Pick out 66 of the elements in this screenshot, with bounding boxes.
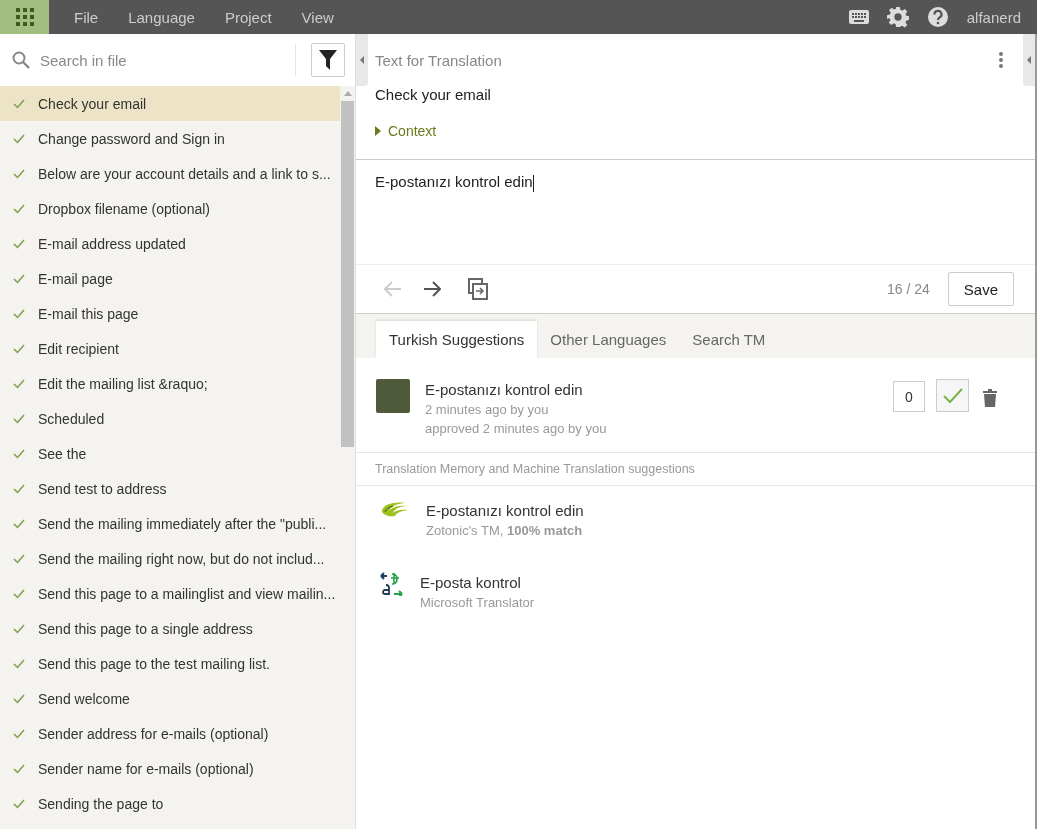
delete-icon[interactable]	[983, 389, 997, 407]
string-list-item[interactable]: Edit recipient	[0, 331, 340, 366]
string-list-item[interactable]: Edit the mailing list &raquo;	[0, 366, 340, 401]
section-heading: Translation Memory and Machine Translation suggestions	[356, 453, 1035, 486]
suggestion-source: Zotonic's TM, 100% match	[426, 523, 584, 538]
collapse-handle[interactable]	[356, 34, 368, 86]
next-arrow-icon[interactable]	[423, 281, 441, 297]
string-list-item[interactable]: Check your email	[0, 86, 340, 121]
filter-icon	[319, 50, 337, 70]
string-list-item[interactable]: Send the mailing right now, but do not includ...	[0, 541, 340, 576]
scrollbar-thumb[interactable]	[341, 101, 354, 447]
save-button[interactable]: Save	[947, 272, 1014, 306]
string-list-item[interactable]: Sending the page to	[0, 786, 340, 821]
string-list-item[interactable]: Send the mailing immediately after the "publi...	[0, 506, 340, 541]
apps-button[interactable]	[0, 0, 49, 34]
string-list-item[interactable]: E-mail this page	[0, 296, 340, 331]
caret-icon	[375, 126, 381, 136]
string-list-item[interactable]: Send this page to the test mailing list.	[0, 646, 340, 681]
help-icon[interactable]	[926, 6, 949, 28]
menu-item[interactable]: Project	[209, 8, 287, 26]
suggestion-meta: 2 minutes ago by you	[425, 402, 550, 417]
string-list-item[interactable]: Sender address for e-mails (optional)	[0, 716, 340, 751]
menu-item[interactable]: Language	[113, 8, 210, 26]
string-list-item[interactable]: Send test to address	[0, 471, 340, 506]
string-list-item[interactable]: Scheduled	[0, 401, 340, 436]
suggestion-source: Microsoft Translator	[420, 595, 536, 610]
caret-icon	[360, 56, 364, 64]
string-list-item[interactable]: Dropbox filename (optional)	[0, 191, 340, 226]
menu-item[interactable]: File	[59, 8, 114, 26]
user-name[interactable]: alfanerd	[966, 8, 1021, 26]
translate-icon	[380, 572, 404, 596]
context-toggle[interactable]: Context	[356, 121, 456, 141]
approval-meta: approved 2 minutes ago by you	[425, 421, 608, 436]
settings-icon[interactable]	[886, 6, 909, 28]
string-list-item[interactable]: Send this page to a single address	[0, 611, 340, 646]
string-list-item[interactable]: E-mail address updated	[0, 226, 340, 261]
caret-icon	[1027, 56, 1031, 64]
more-icon[interactable]	[999, 52, 1003, 68]
translation-field[interactable]: E-postanızı kontrol edin	[375, 173, 1016, 192]
suggestion-tab[interactable]: Turkish Suggestions	[376, 321, 538, 358]
string-list-item[interactable]: See the	[0, 436, 340, 471]
string-counter: 16 / 24	[886, 281, 930, 297]
copy-icon[interactable]	[468, 278, 488, 300]
string-list-item[interactable]: Send welcome	[0, 681, 340, 716]
suggestion-text[interactable]: E-postanızı kontrol edin	[426, 502, 1015, 519]
filter-button[interactable]	[311, 43, 345, 77]
suggestion-text[interactable]: E-posta kontrol	[420, 574, 1015, 591]
panel-title: Text for Translation	[375, 51, 503, 69]
approve-button[interactable]	[936, 379, 969, 412]
suggestion-tab[interactable]: Search TM	[679, 321, 779, 358]
string-list-item[interactable]: Below are your account details and a link to s...	[0, 156, 340, 191]
vote-count: 0	[893, 381, 925, 412]
string-list-item[interactable]: Sender name for e-mails (optional)	[0, 751, 340, 786]
string-list-item[interactable]: Send this page to a mailinglist and view mailin...	[0, 576, 340, 611]
keyboard-icon[interactable]	[848, 10, 869, 24]
suggestion-text[interactable]: E-postanızı kontrol edin	[425, 381, 893, 398]
source-text: Check your email	[374, 86, 492, 105]
string-list-item[interactable]: Change password and Sign in	[0, 121, 340, 156]
avatar-photo-placeholder	[376, 379, 410, 413]
search-icon	[12, 51, 30, 69]
menu-item[interactable]: View	[286, 8, 349, 26]
string-list-item[interactable]: E-mail page	[0, 261, 340, 296]
check-icon	[942, 387, 963, 404]
suggestion-tab[interactable]: Other Languages	[537, 321, 680, 358]
collapse-handle[interactable]	[1023, 34, 1035, 86]
grid-icon	[15, 8, 34, 26]
